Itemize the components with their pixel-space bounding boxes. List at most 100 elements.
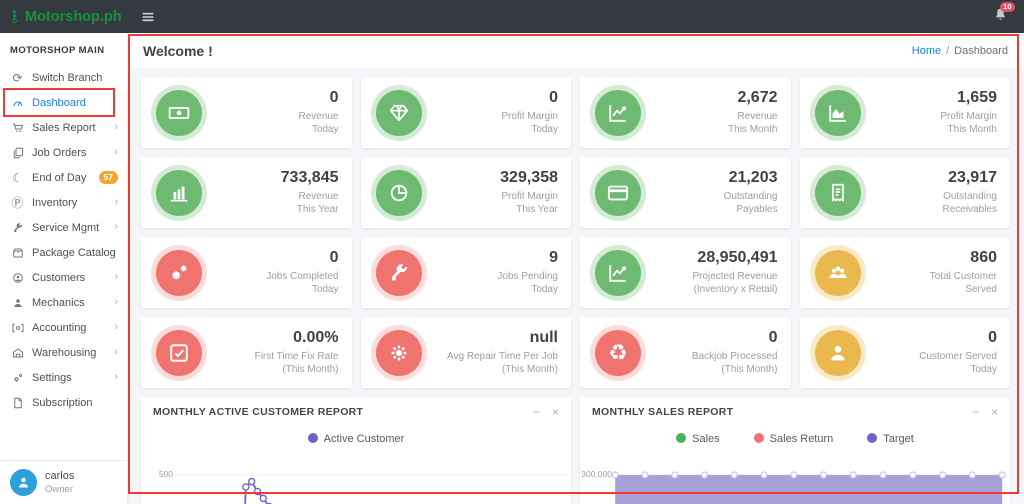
- notifications-bell-icon[interactable]: 10: [993, 7, 1008, 27]
- sidebar-item-package-catalog[interactable]: Package Catalog: [0, 240, 127, 265]
- legend-item[interactable]: Target: [867, 433, 914, 445]
- legend-item[interactable]: Sales Return: [754, 433, 834, 445]
- close-button[interactable]: ×: [991, 406, 998, 418]
- warehouse-icon: [9, 347, 26, 359]
- breadcrumb-current: Dashboard: [954, 45, 1008, 57]
- sidebar-item-subscription[interactable]: Subscription: [0, 390, 127, 415]
- chevron-right-icon: ›: [114, 222, 118, 233]
- stat-value: 860: [930, 249, 997, 267]
- chart-pie-icon: [376, 170, 422, 216]
- gear-icon: [376, 330, 422, 376]
- chart-area-icon: [815, 90, 861, 136]
- users-icon: [815, 250, 861, 296]
- stat-label: RevenueThis Month: [728, 110, 777, 136]
- sidebar-item-label: Service Mgmt: [32, 222, 99, 234]
- sidebar-item-dashboard[interactable]: Dashboard: [0, 90, 127, 115]
- brand-name: Motorshop.ph: [25, 9, 122, 25]
- collapse-button[interactable]: −: [972, 406, 979, 418]
- sidebar-item-sales-report[interactable]: Sales Report ›: [0, 115, 127, 140]
- stat-cards-grid: 0 RevenueToday 0 Profit MarginToday 2,672 Rev…: [127, 68, 1024, 388]
- stat-label: Projected Revenue(Inventory x Retail): [692, 270, 777, 296]
- chevron-right-icon: ›: [114, 272, 118, 283]
- stat-label: Profit MarginToday: [501, 110, 558, 136]
- chevron-right-icon: ›: [114, 147, 118, 158]
- sidebar-item-switch-branch[interactable]: ⟳ Switch Branch: [0, 65, 127, 90]
- sidebar-item-label: Mechanics: [32, 297, 85, 309]
- stat-value: 0: [501, 89, 558, 107]
- stat-card: 0Jobs CompletedToday: [141, 237, 352, 308]
- sidebar-item-label: Subscription: [32, 397, 93, 409]
- main-content: Welcome ! Home / Dashboard 0 RevenueToday…: [127, 33, 1024, 504]
- page-title: Welcome !: [143, 43, 213, 59]
- money-icon: [9, 322, 26, 334]
- hamburger-menu-icon[interactable]: [140, 9, 156, 25]
- wrench-icon: [9, 222, 26, 234]
- user-role: Owner: [45, 484, 74, 495]
- area-chart: 300,000: [580, 461, 1010, 504]
- sidebar-item-customers[interactable]: Customers ›: [0, 265, 127, 290]
- gears-icon: [156, 250, 202, 296]
- copy-icon: [9, 147, 26, 159]
- sidebar-item-label: Switch Branch: [32, 72, 102, 84]
- sidebar-item-label: Warehousing: [32, 347, 96, 359]
- stat-label: OutstandingPayables: [724, 190, 778, 216]
- sidebar-user-panel[interactable]: carlos Owner: [0, 460, 127, 504]
- stat-label: Customer ServedToday: [919, 350, 997, 376]
- stat-value: 2,672: [728, 89, 777, 107]
- sidebar-item-label: End of Day: [32, 172, 86, 184]
- cart-icon: [9, 122, 26, 134]
- sidebar-item-inventory[interactable]: ⓅInventory›: [0, 190, 127, 215]
- chevron-right-icon: ›: [114, 322, 118, 333]
- sidebar-item-warehousing[interactable]: Warehousing›: [0, 340, 127, 365]
- legend-item[interactable]: Sales: [676, 433, 720, 445]
- check-square-icon: [156, 330, 202, 376]
- wrench-icon: [376, 250, 422, 296]
- stat-value: 329,358: [500, 169, 558, 187]
- stat-value: 28,950,491: [692, 249, 777, 267]
- sidebar-item-mechanics[interactable]: Mechanics ›: [0, 290, 127, 315]
- legend-dot: [308, 433, 318, 443]
- breadcrumb: Home / Dashboard: [912, 45, 1008, 57]
- stat-value: 0: [919, 329, 997, 347]
- tachometer-icon: [9, 97, 26, 109]
- stat-card: 23,917OutstandingReceivables: [800, 157, 1011, 228]
- stat-value: 733,845: [281, 169, 339, 187]
- sidebar-item-label: Sales Report: [32, 122, 96, 134]
- stat-card: 860Total CustomerServed: [800, 237, 1011, 308]
- sidebar-item-settings[interactable]: Settings›: [0, 365, 127, 390]
- stat-label: RevenueToday: [298, 110, 338, 136]
- stat-card: 2,672 RevenueThis Month: [580, 77, 791, 148]
- sidebar-item-end-of-day[interactable]: ☾End of Day57: [0, 165, 127, 190]
- stat-label: Profit MarginThis Month: [940, 110, 997, 136]
- legend-item[interactable]: Active Customer: [308, 433, 405, 445]
- breadcrumb-home-link[interactable]: Home: [912, 45, 941, 57]
- sidebar-item-service-mgmt[interactable]: Service Mgmt ›: [0, 215, 127, 240]
- stat-label: Profit MarginThis Year: [500, 190, 558, 216]
- stat-card: ♻0Backjob Processed(This Month): [580, 317, 791, 388]
- close-button[interactable]: ×: [552, 406, 559, 418]
- stat-value: 0: [298, 89, 338, 107]
- stat-card: 329,358 Profit MarginThis Year: [361, 157, 572, 228]
- sidebar-item-label: Customers: [32, 272, 85, 284]
- sync-icon: ⟳: [9, 71, 26, 85]
- motorbike-rider-icon: [7, 9, 22, 24]
- monthly-active-customer-panel: MONTHLY ACTIVE CUSTOMER REPORT − × Activ…: [141, 397, 571, 504]
- sidebar-item-accounting[interactable]: Accounting›: [0, 315, 127, 340]
- legend-dot: [867, 433, 877, 443]
- stat-card: 9Jobs PendingToday: [361, 237, 572, 308]
- sidebar-item-label: Inventory: [32, 197, 77, 209]
- sidebar-item-job-orders[interactable]: Job Orders›: [0, 140, 127, 165]
- credit-card-icon: [595, 170, 641, 216]
- stat-label: Jobs CompletedToday: [266, 270, 338, 296]
- stat-card: 0 RevenueToday: [141, 77, 352, 148]
- stat-card: 0 Customer ServedToday: [800, 317, 1011, 388]
- sidebar-section-label: MOTORSHOP MAIN: [0, 33, 127, 65]
- collapse-button[interactable]: −: [533, 406, 540, 418]
- content-header: Welcome ! Home / Dashboard: [127, 33, 1024, 68]
- brand-logo[interactable]: Motorshop.ph: [0, 9, 127, 25]
- chevron-right-icon: ›: [114, 122, 118, 133]
- stat-card: 28,950,491 Projected Revenue(Inventory x …: [580, 237, 791, 308]
- active-customer-line-plot: [141, 461, 571, 504]
- chevron-right-icon: ›: [114, 297, 118, 308]
- breadcrumb-separator: /: [946, 45, 949, 57]
